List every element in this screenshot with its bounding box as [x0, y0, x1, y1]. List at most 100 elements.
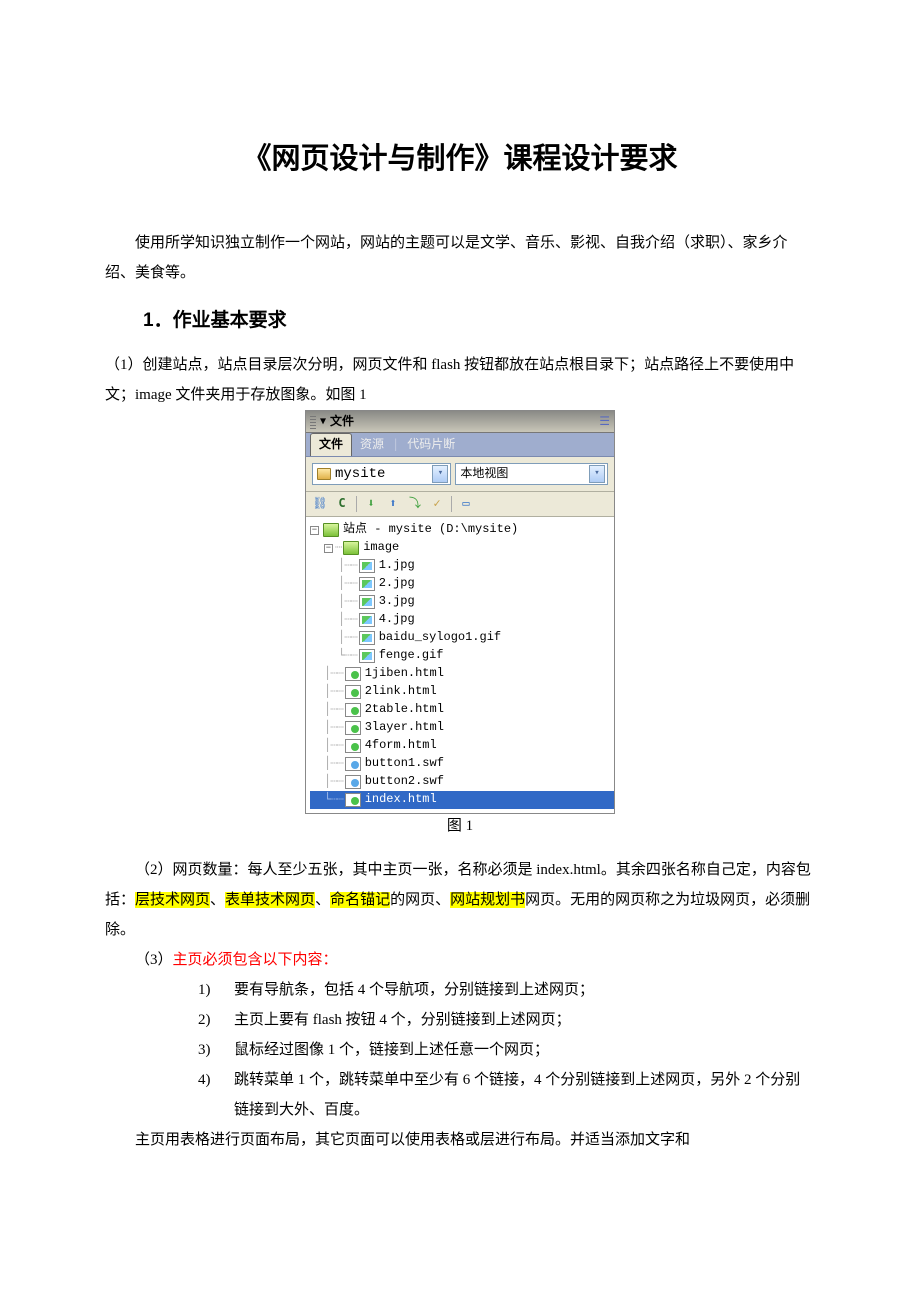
list-number: 2) — [198, 1005, 234, 1035]
tree-file-label: 3layer.html — [365, 720, 444, 736]
collapse-icon[interactable]: − — [324, 544, 333, 553]
tree-file[interactable]: │┈┈button2.swf — [310, 773, 614, 791]
folder-open-icon — [323, 523, 339, 537]
toolbar-separator — [451, 496, 452, 512]
checkout-icon[interactable]: ✓ — [429, 496, 445, 512]
list-text: 主页上要有 flash 按钮 4 个，分别链接到上述网页； — [234, 1005, 815, 1035]
connect-icon[interactable]: ⛓ — [312, 496, 328, 512]
html-file-icon — [345, 793, 361, 807]
tree-file-label: 2table.html — [365, 702, 444, 718]
html-file-icon — [345, 667, 361, 681]
panel-menu-icon[interactable]: ☰ — [599, 414, 610, 430]
panel-tab-row: 文件 资源 | 代码片断 — [306, 433, 614, 457]
tree-file[interactable]: └┈┈fenge.gif — [310, 647, 614, 665]
chevron-down-icon: ▾ — [589, 465, 605, 483]
requirement-list: 1) 要有导航条，包括 4 个导航项，分别链接到上述网页； 2) 主页上要有 f… — [105, 975, 815, 1125]
panel-title: 文件 — [330, 414, 354, 430]
figure-caption: 图 1 — [305, 816, 615, 837]
tree-file-label: 1jiben.html — [365, 666, 444, 682]
tree-file-label: 2.jpg — [379, 576, 415, 592]
tab-snippets[interactable]: 代码片断 — [399, 434, 463, 456]
image-file-icon — [359, 577, 375, 591]
tree-line: └┈┈ — [324, 792, 343, 808]
panel-collapse-header[interactable]: ▼ 文件 ☰ — [306, 411, 614, 433]
panel-toolbar: ⛓ C ⬇ ⬆ ⤵ ✓ ▭ — [306, 492, 614, 517]
tree-file-label: baidu_sylogo1.gif — [379, 630, 501, 646]
grip-icon — [310, 415, 316, 429]
tree-file[interactable]: │┈┈4form.html — [310, 737, 614, 755]
intro-paragraph: 使用所学知识独立制作一个网站，网站的主题可以是文学、音乐、影视、自我介绍（求职）… — [105, 228, 815, 288]
tree-file-selected[interactable]: └┈┈ index.html — [310, 791, 614, 809]
tab-files[interactable]: 文件 — [310, 433, 352, 456]
refresh-icon[interactable]: C — [334, 496, 350, 512]
list-item: 4) 跳转菜单 1 个，跳转菜单中至少有 6 个链接，4 个分别链接到上述网页，… — [198, 1065, 815, 1125]
tree-file[interactable]: │┈┈ 2link.html — [310, 683, 614, 701]
tree-file-label: 1.jpg — [379, 558, 415, 574]
image-file-icon — [359, 631, 375, 645]
tree-file[interactable]: │┈┈4.jpg — [310, 611, 614, 629]
tree-file-label: 2link.html — [365, 684, 437, 700]
tree-line: │┈┈ — [324, 666, 343, 682]
download-icon[interactable]: ⬇ — [363, 496, 379, 512]
html-file-icon — [345, 703, 361, 717]
tree-line: ┈ — [335, 540, 341, 556]
list-number: 1) — [198, 975, 234, 1005]
tree-root[interactable]: − 站点 - mysite (D:\mysite) — [310, 521, 614, 539]
tree-file[interactable]: │┈┈ baidu_sylogo1.gif — [310, 629, 614, 647]
tree-file-label: fenge.gif — [379, 648, 444, 664]
list-item: 2) 主页上要有 flash 按钮 4 个，分别链接到上述网页； — [198, 1005, 815, 1035]
files-panel: ▼ 文件 ☰ 文件 资源 | 代码片断 mysite ▾ 本地视图 ▾ ⛓ — [305, 410, 615, 814]
paragraph-1: （1）创建站点，站点目录层次分明，网页文件和 flash 按钮都放在站点根目录下… — [105, 350, 815, 410]
tree-file[interactable]: │┈┈ 1.jpg — [310, 557, 614, 575]
tree-line: │┈┈ — [324, 756, 343, 772]
view-dropdown[interactable]: 本地视图 ▾ — [455, 463, 608, 485]
tree-folder-label: image — [363, 540, 399, 556]
sync-icon[interactable]: ⤵ — [407, 496, 423, 512]
list-text: 跳转菜单 1 个，跳转菜单中至少有 6 个链接，4 个分别链接到上述网页，另外 … — [234, 1065, 815, 1125]
tree-line: │┈┈ — [324, 684, 343, 700]
html-file-icon — [345, 739, 361, 753]
tree-file[interactable]: │┈┈3.jpg — [310, 593, 614, 611]
html-file-icon — [345, 685, 361, 699]
tree-file[interactable]: │┈┈ 2.jpg — [310, 575, 614, 593]
list-text: 鼠标经过图像 1 个，链接到上述任意一个网页； — [234, 1035, 815, 1065]
tree-line: │┈┈ — [338, 558, 357, 574]
site-dropdown[interactable]: mysite ▾ — [312, 463, 451, 485]
tab-resources[interactable]: 资源 — [352, 434, 392, 456]
tree-line: │┈┈ — [338, 630, 357, 646]
tree-file[interactable]: │┈┈ 2table.html — [310, 701, 614, 719]
upload-icon[interactable]: ⬆ — [385, 496, 401, 512]
tree-file-label: button1.swf — [365, 756, 444, 772]
tree-line: │┈┈ — [324, 702, 343, 718]
tree-file[interactable]: │┈┈ 1jiben.html — [310, 665, 614, 683]
tree-line: │┈┈ — [324, 774, 343, 790]
tree-line: │┈┈ — [338, 576, 357, 592]
tree-file[interactable]: │┈┈ 3layer.html — [310, 719, 614, 737]
tree-folder-image[interactable]: − ┈ image — [310, 539, 614, 557]
file-tree: − 站点 - mysite (D:\mysite) − ┈ image │┈┈ 1… — [306, 517, 614, 813]
chevron-down-icon: ▾ — [432, 465, 448, 483]
triangle-down-icon: ▼ — [320, 415, 326, 428]
highlight-anchor: 命名锚记 — [330, 892, 390, 908]
html-file-icon — [345, 721, 361, 735]
collapse-icon[interactable]: − — [310, 526, 319, 535]
toolbar-separator — [356, 496, 357, 512]
paragraph-2: （2）网页数量：每人至少五张，其中主页一张，名称必须是 index.html。其… — [105, 855, 815, 945]
image-file-icon — [359, 595, 375, 609]
page-title: 《网页设计与制作》课程设计要求 — [105, 130, 815, 188]
folder-open-icon — [343, 541, 359, 555]
panel-dropdown-row: mysite ▾ 本地视图 ▾ — [306, 457, 614, 492]
tree-line: │┈┈ — [324, 720, 343, 736]
list-item: 3) 鼠标经过图像 1 个，链接到上述任意一个网页； — [198, 1035, 815, 1065]
tree-file-label: 4form.html — [365, 738, 437, 754]
tree-file[interactable]: │┈┈ button1.swf — [310, 755, 614, 773]
tab-separator: | — [392, 434, 399, 456]
expand-icon[interactable]: ▭ — [458, 496, 474, 512]
section-heading-1: 1．作业基本要求 — [105, 302, 815, 340]
view-dropdown-label: 本地视图 — [460, 466, 585, 482]
red-text: 主页必须包含以下内容： — [173, 952, 338, 968]
highlight-layer: 层技术网页 — [135, 892, 210, 908]
tree-file-label: index.html — [365, 792, 437, 808]
list-item: 1) 要有导航条，包括 4 个导航项，分别链接到上述网页； — [198, 975, 815, 1005]
paragraph-4: 主页用表格进行页面布局，其它页面可以使用表格或层进行布局。并适当添加文字和 — [105, 1125, 815, 1155]
